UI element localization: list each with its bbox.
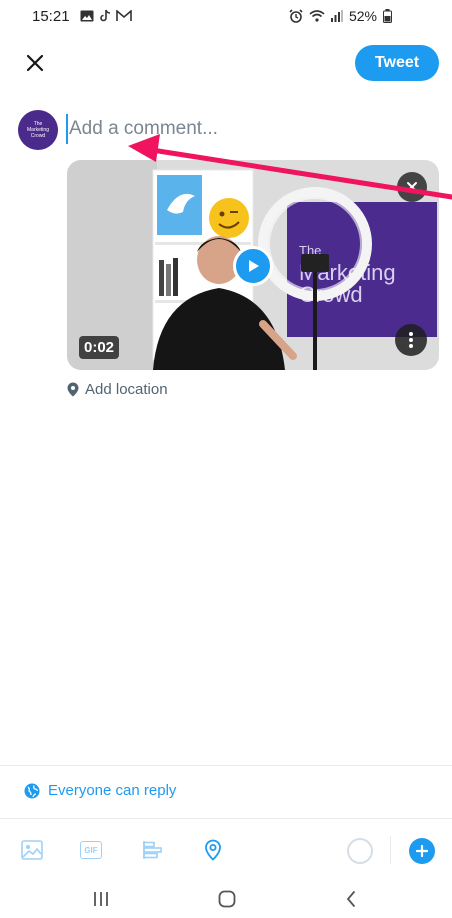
back-button[interactable] — [336, 886, 366, 912]
reply-setting-label: Everyone can reply — [48, 782, 177, 799]
location-pin-icon — [67, 382, 79, 397]
tiktok-notification-icon — [100, 9, 111, 22]
battery-percentage: 52% — [348, 8, 377, 24]
play-button[interactable] — [233, 246, 273, 286]
divider — [390, 836, 391, 864]
character-counter — [347, 838, 373, 864]
more-vertical-icon — [409, 332, 413, 348]
gmail-notification-icon — [116, 10, 132, 21]
location-icon — [205, 839, 221, 861]
plus-icon — [416, 845, 428, 857]
poll-icon — [143, 841, 162, 859]
add-poll-button[interactable] — [139, 836, 167, 864]
compose-header: Tweet — [0, 44, 452, 84]
compose-toolbar: GIF — [0, 832, 452, 868]
battery-icon — [383, 9, 392, 23]
play-icon — [249, 260, 259, 272]
status-bar: 15:21 52% — [0, 0, 452, 34]
back-icon — [346, 891, 355, 907]
home-button[interactable] — [212, 886, 242, 912]
video-attachment[interactable]: The Marketing Crowd 0:02 — [67, 160, 439, 370]
wifi-icon — [309, 10, 325, 22]
divider — [0, 765, 452, 766]
recent-apps-button[interactable] — [86, 886, 116, 912]
gif-icon: GIF — [80, 841, 102, 859]
add-gif-button[interactable]: GIF — [77, 836, 105, 864]
system-navigation-bar — [0, 880, 452, 918]
reply-setting-button[interactable]: Everyone can reply — [24, 782, 176, 799]
avatar[interactable]: The Marketing Crowd — [18, 110, 58, 150]
video-duration: 0:02 — [79, 336, 120, 359]
close-icon — [407, 182, 417, 192]
remove-media-button[interactable] — [397, 172, 427, 202]
close-icon — [26, 54, 44, 72]
gallery-notification-icon — [80, 10, 94, 22]
add-location-button[interactable]: Add location — [67, 381, 168, 398]
globe-icon — [24, 783, 40, 798]
media-options-button[interactable] — [395, 324, 427, 356]
signal-icon — [330, 10, 343, 22]
add-location-label: Add location — [85, 381, 168, 398]
comment-input[interactable] — [66, 114, 426, 144]
alarm-icon — [289, 9, 303, 23]
tweet-button[interactable]: Tweet — [355, 45, 439, 81]
add-location-tool-button[interactable] — [199, 836, 227, 864]
status-time: 15:21 — [32, 8, 70, 25]
recent-apps-icon — [94, 892, 108, 906]
divider — [0, 818, 452, 819]
image-icon — [21, 840, 43, 860]
close-button[interactable] — [22, 50, 48, 76]
home-icon — [218, 890, 236, 908]
add-thread-button[interactable] — [409, 838, 435, 864]
add-image-button[interactable] — [18, 836, 46, 864]
